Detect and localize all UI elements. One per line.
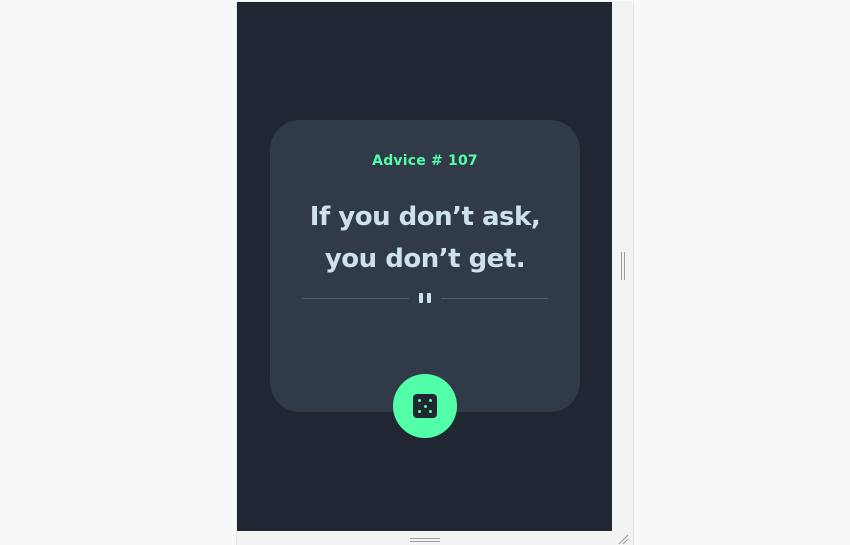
responsive-preview: Advice # 107 If you don’t ask, you don’t… — [0, 0, 850, 545]
generate-advice-button[interactable] — [393, 374, 457, 438]
resize-handle-right[interactable] — [620, 252, 626, 280]
dice-icon — [413, 394, 437, 418]
pause-icon — [419, 293, 431, 303]
advice-id-label: Advice # 107 — [372, 153, 478, 169]
divider-line-left — [302, 298, 409, 299]
pattern-divider — [302, 290, 548, 306]
advice-card: Advice # 107 If you don’t ask, you don’t… — [270, 120, 580, 438]
resize-corner-icon[interactable] — [617, 533, 629, 545]
app-viewport: Advice # 107 If you don’t ask, you don’t… — [237, 2, 612, 531]
advice-quote: If you don’t ask, you don’t get. — [309, 202, 541, 274]
resize-handle-bottom[interactable] — [410, 537, 440, 543]
divider-line-right — [441, 298, 548, 299]
